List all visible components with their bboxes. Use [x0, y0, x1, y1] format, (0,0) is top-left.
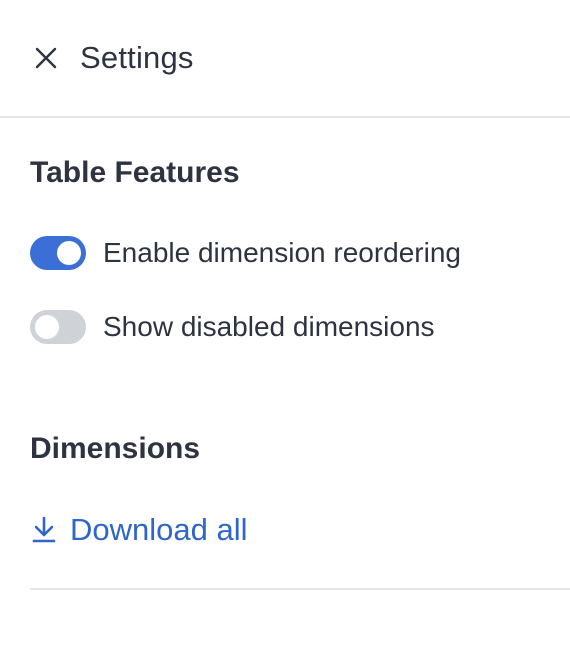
download-all-label: Download all [70, 512, 248, 547]
section-divider [30, 588, 570, 590]
close-icon [35, 47, 57, 69]
show-disabled-label: Show disabled dimensions [103, 311, 435, 342]
toggle-knob [35, 315, 59, 339]
table-features-heading: Table Features [30, 156, 240, 189]
close-button[interactable] [30, 42, 62, 74]
dimension-reordering-toggle[interactable] [30, 236, 86, 270]
download-icon [30, 514, 58, 546]
settings-header: Settings [0, 0, 570, 118]
toggle-row-show-disabled[interactable]: Show disabled dimensions [30, 310, 435, 344]
dimensions-heading: Dimensions [30, 432, 201, 465]
dimension-reordering-label: Enable dimension reordering [103, 237, 461, 268]
page-title: Settings [80, 40, 194, 75]
show-disabled-toggle[interactable] [30, 310, 86, 344]
download-all-link[interactable]: Download all [30, 512, 248, 548]
toggle-row-dimension-reordering[interactable]: Enable dimension reordering [30, 236, 461, 270]
toggle-knob [57, 241, 81, 265]
